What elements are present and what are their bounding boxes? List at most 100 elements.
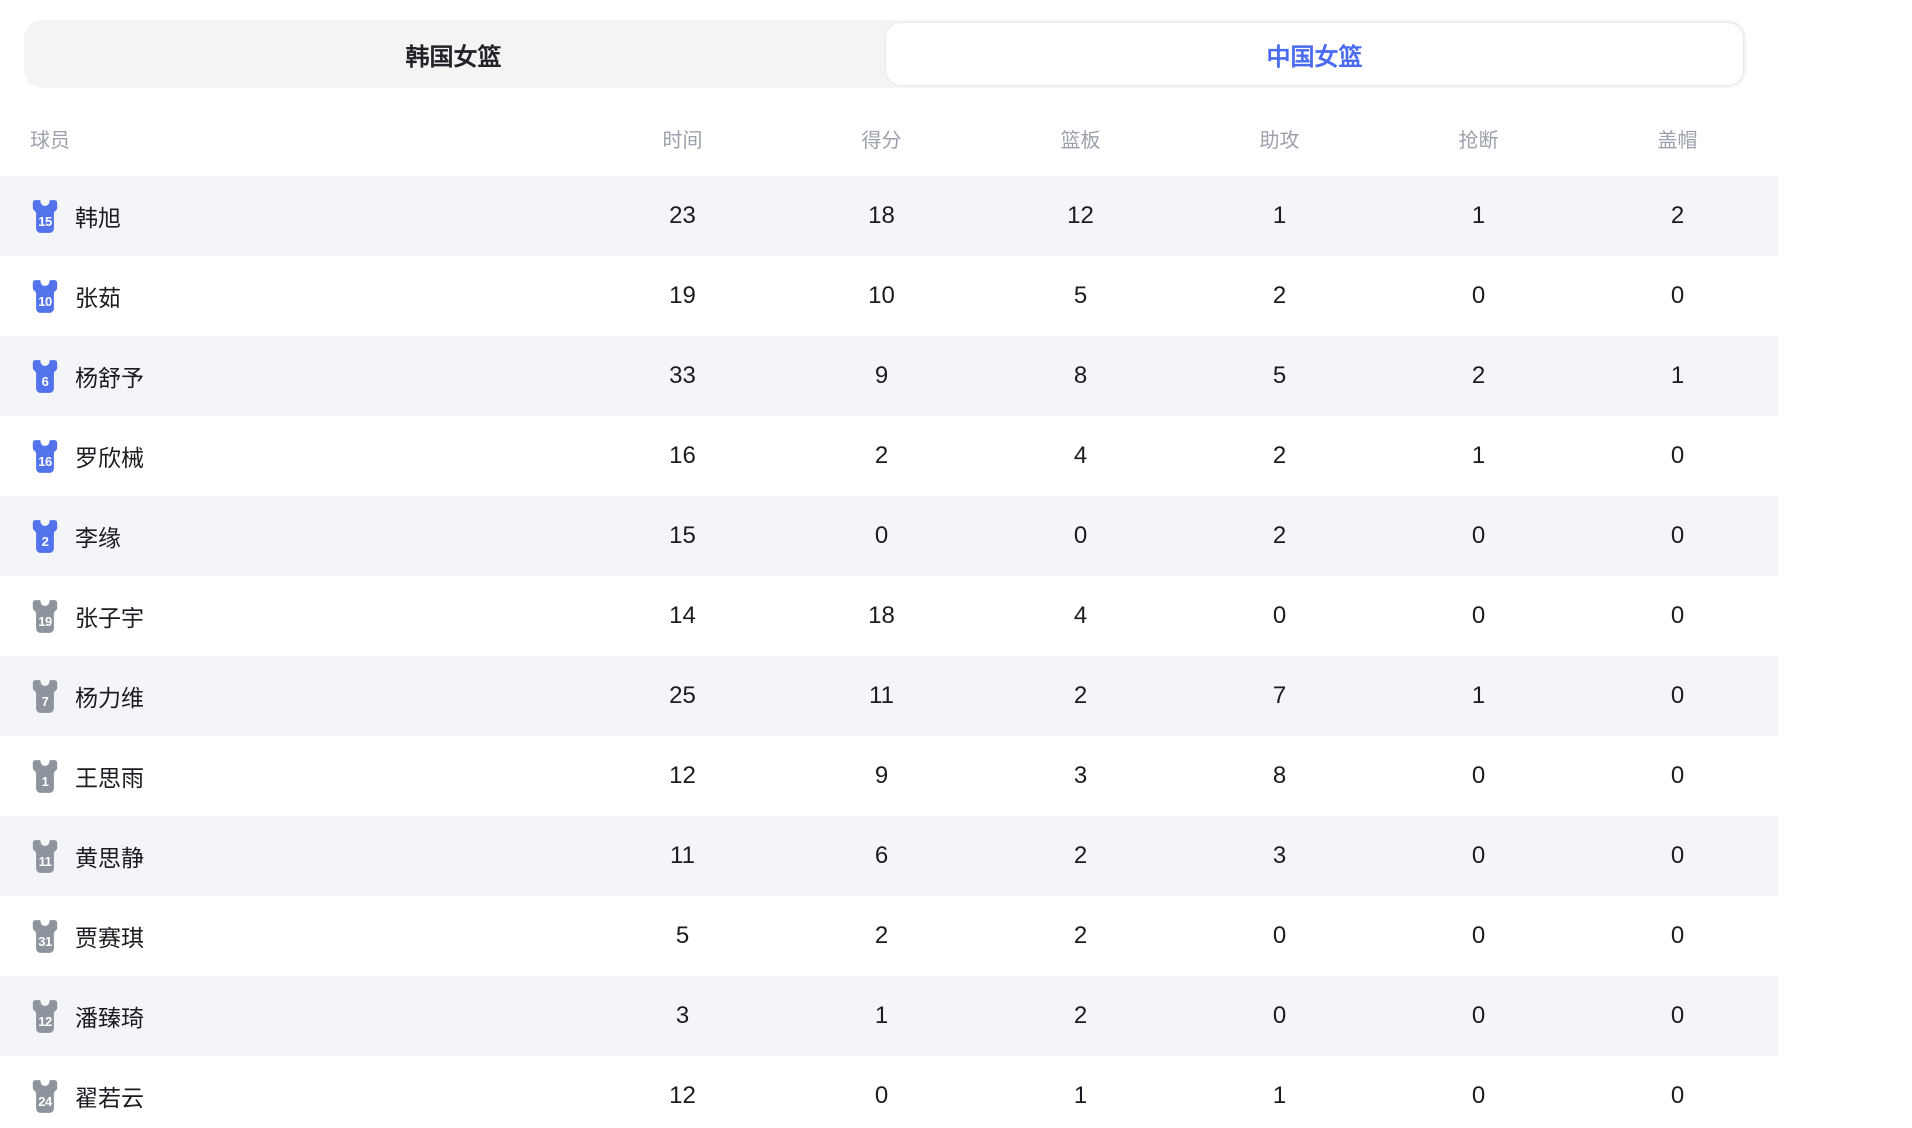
stat-cell-points: 10	[782, 282, 981, 310]
player-name: 杨力维	[75, 679, 144, 713]
stat-cell-blocks: 0	[1578, 442, 1777, 470]
stat-cell-steals: 0	[1379, 1082, 1578, 1110]
jersey-number: 31	[30, 929, 60, 953]
stat-cell-minutes: 5	[583, 922, 782, 950]
stat-cell-assists: 2	[1180, 282, 1379, 310]
column-header-minutes: 时间	[583, 124, 782, 153]
player-name: 李缘	[75, 519, 121, 553]
jersey-badge: 11	[30, 839, 60, 873]
stat-cell-minutes: 11	[583, 842, 782, 870]
player-name: 杨舒予	[75, 359, 144, 393]
stat-cell-blocks: 0	[1578, 922, 1777, 950]
table-row: 11 黄思静 11 6 2 3 0 0	[0, 816, 1778, 896]
stat-cell-blocks: 0	[1578, 282, 1777, 310]
box-score-page: 韩国女篮 中国女篮 球员 时间 得分 篮板 助攻 抢断 盖帽 15 韩旭 23	[0, 0, 1912, 1128]
stat-cell-assists: 8	[1180, 762, 1379, 790]
player-name: 翟若云	[75, 1079, 144, 1113]
stat-cell-steals: 1	[1379, 682, 1578, 710]
stat-cell-points: 11	[782, 682, 981, 710]
stat-cell-steals: 0	[1379, 1002, 1578, 1030]
team-tabs: 韩国女篮 中国女篮	[24, 20, 1746, 88]
stat-cell-steals: 0	[1379, 602, 1578, 630]
jersey-badge: 31	[30, 919, 60, 953]
table-row: 1 王思雨 12 9 3 8 0 0	[0, 736, 1778, 816]
jersey-badge: 24	[30, 1079, 60, 1113]
tab-china-team[interactable]: 中国女篮	[885, 22, 1744, 86]
jersey-number: 12	[30, 1009, 60, 1033]
table-row: 19 张子宇 14 18 4 0 0 0	[0, 576, 1778, 656]
column-header-player: 球员	[0, 124, 583, 153]
stat-cell-minutes: 19	[583, 282, 782, 310]
tab-korea-team[interactable]: 韩国女篮	[24, 20, 883, 88]
player-name: 罗欣械	[75, 439, 144, 473]
stat-cell-blocks: 0	[1578, 1002, 1777, 1030]
stat-cell-points: 6	[782, 842, 981, 870]
stat-cell-minutes: 14	[583, 602, 782, 630]
stat-cell-blocks: 2	[1578, 202, 1777, 230]
jersey-badge: 1	[30, 759, 60, 793]
player-stats-table: 球员 时间 得分 篮板 助攻 抢断 盖帽 15 韩旭 23 18 12 1 1 …	[0, 88, 1778, 1128]
stat-cell-blocks: 0	[1578, 762, 1777, 790]
stat-cell-points: 18	[782, 202, 981, 230]
stat-cell-minutes: 3	[583, 1002, 782, 1030]
player-cell: 16 罗欣械	[0, 439, 583, 473]
stat-cell-rebounds: 2	[981, 1002, 1180, 1030]
stat-cell-rebounds: 3	[981, 762, 1180, 790]
table-header-row: 球员 时间 得分 篮板 助攻 抢断 盖帽	[0, 88, 1778, 176]
stat-cell-rebounds: 8	[981, 362, 1180, 390]
jersey-badge: 16	[30, 439, 60, 473]
stat-cell-steals: 2	[1379, 362, 1578, 390]
jersey-badge: 10	[30, 279, 60, 313]
stat-cell-assists: 1	[1180, 1082, 1379, 1110]
player-cell: 7 杨力维	[0, 679, 583, 713]
jersey-number: 19	[30, 609, 60, 633]
table-row: 15 韩旭 23 18 12 1 1 2	[0, 176, 1778, 256]
stat-cell-steals: 0	[1379, 282, 1578, 310]
stat-cell-points: 2	[782, 922, 981, 950]
stat-cell-steals: 1	[1379, 202, 1578, 230]
stat-cell-steals: 0	[1379, 922, 1578, 950]
stat-cell-rebounds: 4	[981, 442, 1180, 470]
table-row: 16 罗欣械 16 2 4 2 1 0	[0, 416, 1778, 496]
stat-cell-assists: 7	[1180, 682, 1379, 710]
stat-cell-blocks: 1	[1578, 362, 1777, 390]
player-cell: 15 韩旭	[0, 199, 583, 233]
stat-cell-points: 9	[782, 362, 981, 390]
stat-cell-assists: 3	[1180, 842, 1379, 870]
stat-cell-rebounds: 2	[981, 922, 1180, 950]
stat-cell-rebounds: 5	[981, 282, 1180, 310]
stat-cell-minutes: 16	[583, 442, 782, 470]
stat-cell-minutes: 33	[583, 362, 782, 390]
stat-cell-rebounds: 2	[981, 682, 1180, 710]
column-header-blocks: 盖帽	[1578, 124, 1777, 153]
player-cell: 19 张子宇	[0, 599, 583, 633]
stat-cell-rebounds: 4	[981, 602, 1180, 630]
player-name: 韩旭	[75, 199, 121, 233]
stat-cell-steals: 1	[1379, 442, 1578, 470]
column-header-steals: 抢断	[1379, 124, 1578, 153]
stat-cell-rebounds: 0	[981, 522, 1180, 550]
stat-cell-blocks: 0	[1578, 602, 1777, 630]
stat-cell-minutes: 25	[583, 682, 782, 710]
column-header-rebounds: 篮板	[981, 124, 1180, 153]
player-name: 张子宇	[75, 599, 144, 633]
stat-cell-minutes: 12	[583, 1082, 782, 1110]
tab-korea-label: 韩国女篮	[406, 37, 502, 72]
table-row: 10 张茹 19 10 5 2 0 0	[0, 256, 1778, 336]
stat-cell-blocks: 0	[1578, 682, 1777, 710]
jersey-number: 2	[30, 529, 60, 553]
stat-cell-points: 1	[782, 1002, 981, 1030]
column-header-points: 得分	[782, 124, 981, 153]
stat-cell-assists: 1	[1180, 202, 1379, 230]
stat-cell-points: 18	[782, 602, 981, 630]
stat-cell-points: 2	[782, 442, 981, 470]
table-row: 2 李缘 15 0 0 2 0 0	[0, 496, 1778, 576]
jersey-number: 10	[30, 289, 60, 313]
jersey-badge: 15	[30, 199, 60, 233]
table-row: 31 贾赛琪 5 2 2 0 0 0	[0, 896, 1778, 976]
player-name: 黄思静	[75, 839, 144, 873]
stat-cell-rebounds: 1	[981, 1082, 1180, 1110]
tab-china-label: 中国女篮	[1267, 37, 1363, 72]
stat-cell-steals: 0	[1379, 842, 1578, 870]
jersey-number: 24	[30, 1089, 60, 1113]
